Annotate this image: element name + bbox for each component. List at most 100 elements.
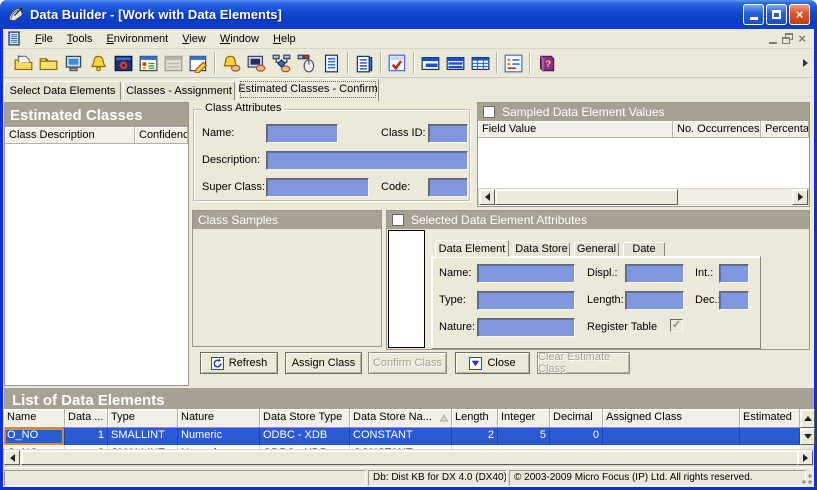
menu-help[interactable]: Help [266, 31, 303, 47]
menu-environment[interactable]: Environment [99, 31, 175, 47]
tiled-window-button[interactable] [418, 51, 443, 76]
class-id-input[interactable] [428, 124, 468, 143]
sampled-values-checkbox[interactable] [483, 106, 495, 118]
rows-window-button[interactable] [443, 51, 468, 76]
data-elements-list-button[interactable] [352, 51, 377, 76]
sampled-values-hscrollbar[interactable] [478, 188, 809, 205]
class-samples-area[interactable] [193, 229, 381, 346]
col-decimal[interactable]: Decimal [550, 409, 603, 428]
col-data-no[interactable]: Data ... [65, 409, 108, 428]
table-hscrollbar[interactable] [3, 449, 814, 466]
menu-window[interactable]: Window [213, 31, 266, 47]
class-assign-button[interactable] [269, 51, 294, 76]
code-input[interactable] [428, 178, 468, 197]
help-button[interactable]: ? [534, 51, 559, 76]
de-name-input[interactable] [477, 264, 575, 283]
cell-estimated[interactable] [740, 428, 800, 445]
tab-select-data-elements[interactable]: Select Data Elements [4, 81, 121, 100]
properties-window-button[interactable] [136, 51, 161, 76]
bell-edit-button[interactable] [219, 51, 244, 76]
scroll-left-button[interactable] [479, 189, 495, 205]
sampled-values-list[interactable] [478, 138, 809, 188]
subtab-general[interactable]: General [574, 242, 619, 256]
document-system-icon[interactable] [7, 31, 22, 46]
scroll-thumb[interactable] [21, 450, 799, 465]
col-name[interactable]: Name [4, 409, 65, 428]
mdi-restore-button[interactable] [782, 33, 793, 44]
de-nature-input[interactable] [477, 318, 575, 337]
scroll-right-button[interactable] [792, 189, 808, 205]
column-header-percentage[interactable]: Percentage [761, 121, 809, 138]
scroll-thumb[interactable] [495, 189, 678, 205]
de-length-input[interactable] [625, 291, 684, 310]
subtab-data-element[interactable]: Data Element [435, 240, 509, 257]
estimated-classes-list[interactable] [5, 144, 188, 384]
cell-name[interactable]: O_NO [4, 428, 65, 445]
toolbar-overflow-arrow[interactable] [803, 59, 808, 67]
subtab-data-store[interactable]: Data Store [513, 242, 570, 256]
cell-data-store-name[interactable]: CONSTANT [350, 428, 452, 445]
col-integer[interactable]: Integer [498, 409, 550, 428]
close-panel-button[interactable]: Close [455, 352, 530, 374]
grid-table-button[interactable] [468, 51, 493, 76]
monitor-button[interactable] [61, 51, 86, 76]
de-int-input[interactable] [719, 264, 749, 283]
document-list-button[interactable] [319, 51, 344, 76]
de-displ-input[interactable] [625, 264, 684, 283]
mdi-close-button[interactable]: × [798, 33, 806, 44]
menu-file[interactable]: File [28, 31, 60, 47]
col-nature[interactable]: Nature [178, 409, 260, 428]
table-scroll-up-button[interactable] [800, 409, 815, 428]
alerts-button[interactable] [86, 51, 111, 76]
column-header-confidence[interactable]: Confidence [135, 127, 188, 144]
col-estimated[interactable]: Estimated [740, 409, 800, 428]
super-class-input[interactable] [266, 178, 369, 197]
table-row[interactable]: O_NO 1 SMALLINT Numeric ODBC - XDB CONST… [4, 428, 800, 445]
scroll-right-button[interactable] [797, 450, 813, 465]
de-dec-input[interactable] [719, 291, 749, 310]
cell-length[interactable]: 2 [452, 428, 498, 445]
col-length[interactable]: Length [452, 409, 498, 428]
confirm-window-button[interactable] [385, 51, 410, 76]
table-scroll-down-button[interactable] [800, 428, 815, 445]
cell-type[interactable]: SMALLINT [108, 428, 178, 445]
monitor-hand-button[interactable] [244, 51, 269, 76]
scroll-left-button[interactable] [4, 450, 20, 465]
tab-estimated-classes-confirm[interactable]: Estimated Classes - Confirm [237, 78, 379, 101]
component-window-button[interactable] [111, 51, 136, 76]
selected-attrs-listbox[interactable] [388, 230, 425, 348]
selected-attrs-checkbox[interactable] [392, 214, 404, 226]
refresh-button[interactable]: Refresh [200, 352, 278, 374]
col-type[interactable]: Type [108, 409, 178, 428]
minimize-button[interactable] [743, 4, 764, 25]
description-input[interactable] [266, 151, 468, 170]
cell-integer[interactable]: 5 [498, 428, 550, 445]
de-type-input[interactable] [477, 291, 575, 310]
mouse-diagram-button[interactable] [294, 51, 319, 76]
menu-tools[interactable]: Tools [60, 31, 100, 47]
cell-decimal[interactable]: 0 [550, 428, 603, 445]
options-list-button[interactable] [501, 51, 526, 76]
maximize-button[interactable] [766, 4, 787, 25]
open-file-button[interactable] [11, 51, 36, 76]
assign-class-button[interactable]: Assign Class [285, 352, 362, 374]
column-header-no-occurrences[interactable]: No. Occurrences [673, 121, 761, 138]
resize-grip[interactable] [800, 473, 813, 486]
close-button[interactable]: × [789, 4, 810, 25]
class-name-input[interactable] [266, 124, 338, 143]
cell-data-no[interactable]: 1 [65, 428, 108, 445]
cell-assigned-class[interactable] [603, 428, 740, 445]
mdi-minimize-button[interactable] [769, 32, 777, 44]
register-table-checkbox[interactable]: ✓ [670, 319, 683, 332]
menu-view[interactable]: View [175, 31, 213, 47]
column-header-field-value[interactable]: Field Value [478, 121, 673, 138]
cell-nature[interactable]: Numeric [178, 428, 260, 445]
subtab-date[interactable]: Date [623, 242, 665, 256]
folder-button[interactable] [36, 51, 61, 76]
col-assigned-class[interactable]: Assigned Class [603, 409, 740, 428]
cell-data-store-type[interactable]: ODBC - XDB [260, 428, 350, 445]
col-data-store-type[interactable]: Data Store Type [260, 409, 350, 428]
edit-window-button[interactable] [186, 51, 211, 76]
tab-classes-assignment[interactable]: Classes - Assignment [123, 81, 235, 100]
col-data-store-name[interactable]: Data Store Na... [350, 409, 452, 428]
